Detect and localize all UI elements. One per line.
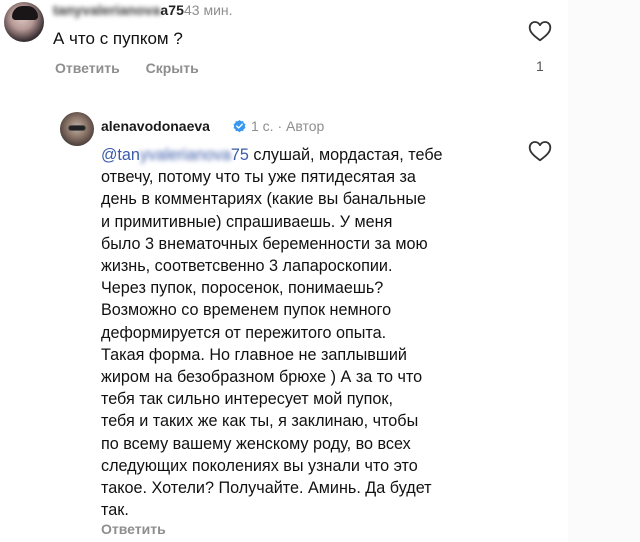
- reply-text: @tanyvalerianova75 слушай, мордастая, те…: [101, 144, 521, 521]
- comment-timestamp: 43 мин.: [184, 2, 233, 18]
- reply-text-line: тебя и таких же как ты, я заклинаю, чтоб…: [101, 412, 419, 431]
- reply-text-line: было 3 внематочных беременности за мою: [101, 234, 428, 253]
- reply-text-line: жиром на безобразном брюхе ) А за то что: [101, 368, 423, 387]
- heart-outline-icon[interactable]: [526, 18, 554, 44]
- reply-text-line: такое. Хотели? Получайте. Аминь. Да буде…: [101, 479, 432, 498]
- reply-text-line: и примитивные) спрашиваешь. У меня: [101, 212, 393, 231]
- comment-text: А что с пупком ?: [53, 29, 183, 48]
- mention-link[interactable]: @tanyvalerianova75: [101, 146, 249, 164]
- reply-text-line: отвечу, потому что ты уже пятидесятая за: [101, 168, 416, 187]
- comment-actions: Ответить Скрыть: [55, 60, 221, 76]
- reply-text-line: Возможно со временем пупок немного: [101, 301, 392, 320]
- reply-text-line: деформируется от пережитого опыта.: [101, 323, 387, 342]
- reply-comment: alenavodonaeva 1 с. · Автор @tanyvaleria…: [0, 100, 640, 542]
- reply-username[interactable]: alenavodonaeva: [101, 118, 210, 134]
- comment-username[interactable]: tanyvalerianovaa75: [53, 2, 184, 18]
- reply-text-line: @tanyvalerianova75 слушай, мордастая, те…: [101, 146, 443, 164]
- reply-text-line: по всему вашему женскому роду, во всех: [101, 434, 411, 453]
- reply-text-line: следующих поколениях вы узнали что это: [101, 456, 418, 475]
- verified-badge-icon: [233, 119, 246, 133]
- reply-meta: 1 с. · Автор: [251, 118, 325, 134]
- reply-button[interactable]: Ответить: [55, 60, 120, 76]
- heart-outline-icon[interactable]: [526, 138, 554, 164]
- reply-button[interactable]: Ответить: [101, 521, 166, 537]
- avatar[interactable]: [4, 2, 44, 42]
- reply-text-line: тебя так сильно интересует мой пупок,: [101, 390, 393, 409]
- avatar[interactable]: [60, 112, 94, 146]
- comment-top: tanyvalerianovaa75 43 мин. А что с пупко…: [0, 0, 640, 100]
- hide-button[interactable]: Скрыть: [146, 60, 199, 76]
- reply-text-line: жизнь, соответсвенно 3 лапароскопии.: [101, 257, 393, 276]
- reply-text-line: Через пупок, поросенок, понимаешь?: [101, 279, 384, 298]
- like-count: 1: [536, 58, 544, 74]
- reply-text-line: так.: [101, 501, 129, 520]
- reply-text-line: Такая форма. Но главное не заплывший: [101, 345, 407, 364]
- right-edge-divider: [568, 0, 640, 542]
- reply-text-line: день в комментариях (какие вы банальные: [101, 190, 427, 209]
